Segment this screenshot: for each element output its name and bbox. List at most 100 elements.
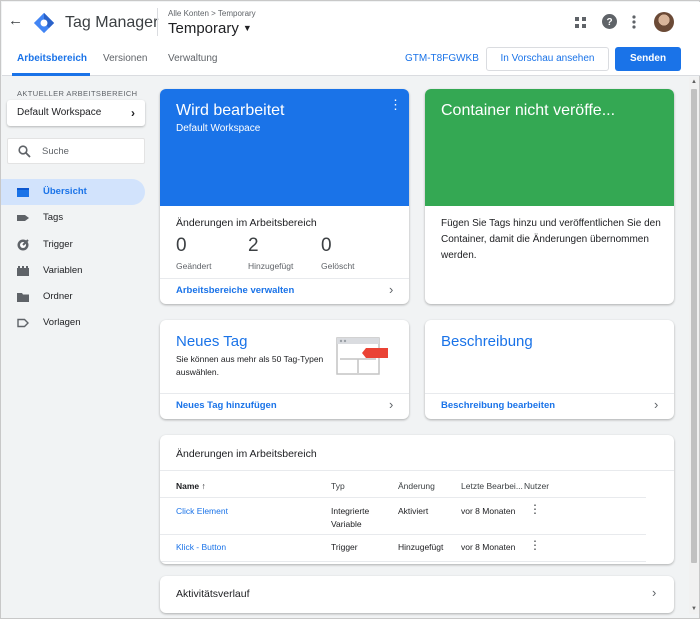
sidebar-item-vorlagen[interactable]: Vorlagen xyxy=(1,310,151,336)
row-type: Trigger xyxy=(331,542,358,552)
more-vert-icon[interactable] xyxy=(632,15,636,29)
variables-icon xyxy=(17,265,29,276)
row-last-edited: vor 8 Monaten xyxy=(461,542,516,552)
sidebar-item-tags[interactable]: Tags xyxy=(1,205,151,231)
sidebar-item-uebersicht[interactable]: Übersicht xyxy=(1,179,145,205)
column-header-type: Typ xyxy=(331,481,345,491)
tag-icon xyxy=(17,215,29,222)
row-name-link[interactable]: Klick - Button xyxy=(176,541,226,554)
editing-card-subtitle: Default Workspace xyxy=(176,123,261,134)
divider xyxy=(160,534,646,535)
search-input[interactable] xyxy=(42,143,138,159)
chevron-right-icon[interactable]: › xyxy=(652,585,656,600)
changes-table-title: Änderungen im Arbeitsbereich xyxy=(176,448,317,460)
breadcrumb[interactable]: Alle Konten > Temporary xyxy=(168,9,256,18)
sidebar-item-trigger[interactable]: Trigger xyxy=(1,232,151,258)
column-header-last-edited: Letzte Bearbei... xyxy=(461,481,523,491)
new-tag-title: Neues Tag xyxy=(176,333,248,350)
divider xyxy=(160,393,409,394)
sidebar-nav: Übersicht Tags Trigger Variablen Ordner … xyxy=(1,179,151,337)
tab-versionen[interactable]: Versionen xyxy=(103,53,147,64)
container-id[interactable]: GTM-T8FGWKB xyxy=(405,53,479,64)
avatar[interactable] xyxy=(654,12,674,32)
workspace-selector[interactable]: Default Workspace › xyxy=(7,100,145,126)
sidebar-item-variablen[interactable]: Variablen xyxy=(1,258,151,284)
editing-card-title: Wird bearbeitet xyxy=(176,102,285,119)
changes-table-card: Änderungen im Arbeitsbereich Name ↑ Typ … xyxy=(160,435,674,564)
gtm-logo-icon xyxy=(33,12,55,34)
container-selector[interactable]: Temporary ▼ xyxy=(168,20,252,37)
stat-added-label: Hinzugefügt xyxy=(248,261,294,271)
apps-grid-icon[interactable] xyxy=(575,17,586,28)
chevron-right-icon[interactable]: › xyxy=(389,282,393,297)
scrollbar[interactable]: ▲ ▼ xyxy=(689,77,699,614)
sidebar-item-label: Ordner xyxy=(43,291,73,303)
app-window: ← Tag Manager Alle Konten > Temporary Te… xyxy=(0,0,700,619)
caret-down-icon: ▼ xyxy=(242,23,252,33)
chevron-right-icon: › xyxy=(131,106,135,120)
scroll-down-arrow-icon[interactable]: ▼ xyxy=(689,604,699,614)
column-header-name[interactable]: Name ↑ xyxy=(176,481,206,491)
sidebar-item-ordner[interactable]: Ordner xyxy=(1,284,151,310)
scroll-up-arrow-icon[interactable]: ▲ xyxy=(689,77,699,87)
column-header-user: Nutzer xyxy=(524,481,550,491)
more-vert-icon[interactable]: ⋮ xyxy=(529,503,541,515)
help-icon[interactable]: ? xyxy=(602,14,617,29)
active-tab-indicator xyxy=(12,73,90,76)
workspace-name: Default Workspace xyxy=(17,107,102,118)
folder-icon xyxy=(17,293,29,303)
add-new-tag-link[interactable]: Neues Tag hinzufügen xyxy=(176,400,277,411)
template-icon xyxy=(17,319,29,328)
description-title: Beschreibung xyxy=(441,333,533,350)
chevron-right-icon[interactable]: › xyxy=(654,397,658,412)
submit-button[interactable]: Senden xyxy=(615,47,681,71)
column-header-label: Name xyxy=(176,481,200,491)
edit-description-link[interactable]: Beschreibung bearbeiten xyxy=(441,400,555,411)
container-name: Temporary xyxy=(168,20,239,37)
row-last-edited: vor 8 Monaten xyxy=(461,506,516,516)
divider xyxy=(160,278,409,279)
divider xyxy=(157,8,158,36)
scrollbar-thumb[interactable] xyxy=(691,89,697,563)
overview-icon xyxy=(17,188,29,197)
tab-verwaltung[interactable]: Verwaltung xyxy=(168,53,217,64)
stat-changed-value: 0 xyxy=(176,235,187,256)
divider xyxy=(425,393,674,394)
more-vert-icon[interactable]: ⋮ xyxy=(389,98,402,111)
new-tag-description: Sie können aus mehr als 50 Tag-Typen aus… xyxy=(176,354,324,377)
search-box[interactable] xyxy=(7,138,145,164)
activity-title: Aktivitätsverlauf xyxy=(176,588,250,600)
stat-changed-label: Geändert xyxy=(176,261,212,271)
row-name-link[interactable]: Click Element xyxy=(176,505,228,518)
row-change: Hinzugefügt xyxy=(398,542,444,552)
back-arrow-icon[interactable]: ← xyxy=(8,12,23,29)
tabs-bar: Arbeitsbereich Versionen Verwaltung GTM-… xyxy=(2,42,700,76)
column-header-change: Änderung xyxy=(398,481,435,491)
activity-card[interactable]: Aktivitätsverlauf › xyxy=(160,576,674,613)
preview-button[interactable]: In Vorschau ansehen xyxy=(486,47,609,71)
top-bar: ← Tag Manager Alle Konten > Temporary Te… xyxy=(2,2,700,42)
description-card: Beschreibung Beschreibung bearbeiten › xyxy=(425,320,674,419)
manage-workspaces-link[interactable]: Arbeitsbereiche verwalten xyxy=(176,285,294,296)
tab-arbeitsbereich[interactable]: Arbeitsbereich xyxy=(17,53,87,64)
new-tag-card: Neues Tag Sie können aus mehr als 50 Tag… xyxy=(160,320,409,419)
divider xyxy=(160,497,646,498)
svg-text:?: ? xyxy=(606,17,612,28)
container-status-card: Container nicht veröffe... Fügen Sie Tag… xyxy=(425,89,674,304)
container-status-title: Container nicht veröffe... xyxy=(441,102,616,119)
search-icon xyxy=(18,145,31,158)
workspace-changes-title: Änderungen im Arbeitsbereich xyxy=(176,217,317,229)
sidebar-item-label: Tags xyxy=(43,212,64,224)
container-status-body: Fügen Sie Tags hinzu und veröffentlichen… xyxy=(441,218,661,261)
chevron-right-icon[interactable]: › xyxy=(389,397,393,412)
sidebar-item-label: Vorlagen xyxy=(43,317,81,329)
trigger-icon xyxy=(17,238,29,251)
row-change: Aktiviert xyxy=(398,506,429,516)
sidebar-item-label: Variablen xyxy=(43,264,83,276)
sidebar-item-label: Trigger xyxy=(43,238,73,250)
divider xyxy=(160,561,646,562)
stat-added-value: 2 xyxy=(248,235,259,256)
sidebar-item-label: Übersicht xyxy=(43,186,87,197)
arrow-up-icon: ↑ xyxy=(201,481,206,491)
more-vert-icon[interactable]: ⋮ xyxy=(529,539,541,551)
